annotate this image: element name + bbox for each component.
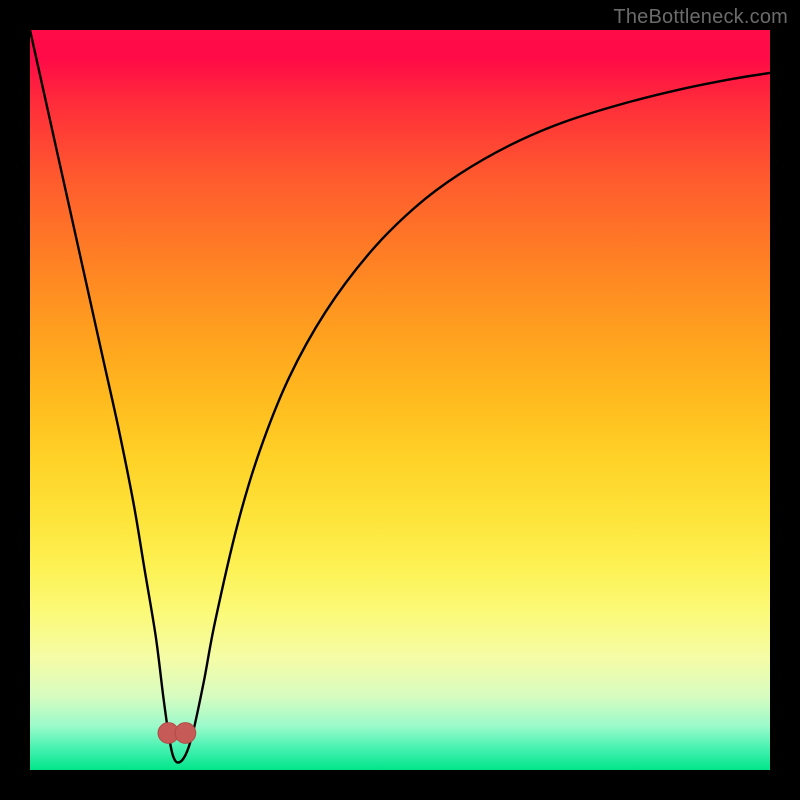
bottleneck-curve <box>30 30 770 763</box>
chart-frame: TheBottleneck.com <box>0 0 800 800</box>
plot-area <box>30 30 770 770</box>
minimum-markers <box>158 723 196 744</box>
curve-layer <box>30 30 770 770</box>
minimum-marker <box>175 723 196 744</box>
watermark-text: TheBottleneck.com <box>613 6 788 29</box>
